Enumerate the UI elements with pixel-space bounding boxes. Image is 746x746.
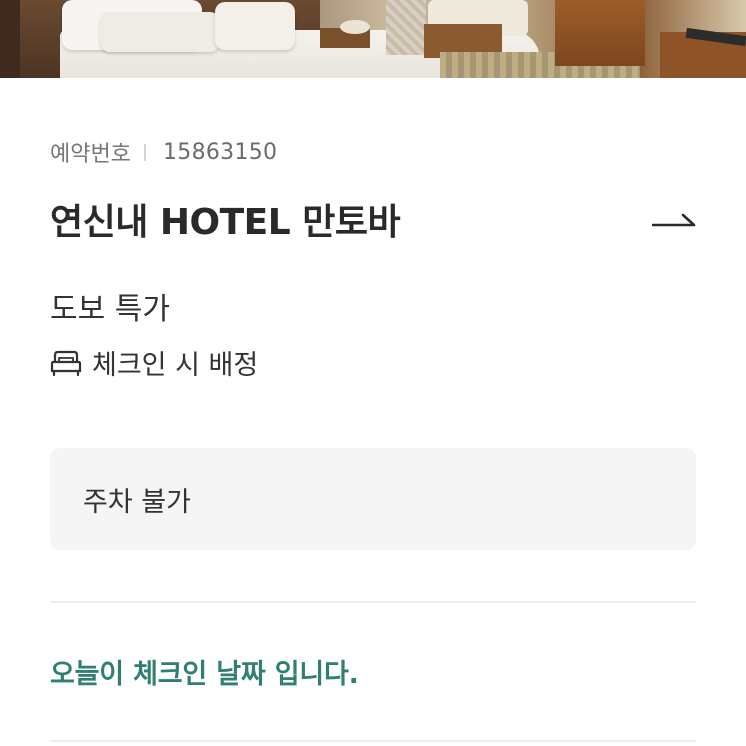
arrow-right-icon[interactable] (650, 204, 696, 234)
divider (50, 601, 696, 603)
reservation-number-label: 예약번호 (50, 142, 131, 167)
reservation-detail-page: 예약번호 15863150 연신내 HOTEL 만토바 도보 특가 체크인 시 … (0, 0, 746, 746)
checkin-today-message: 오늘이 체크인 날짜 입니다. (50, 659, 359, 690)
separator (143, 143, 146, 161)
bed-assignment-text: 체크인 시 배정 (92, 350, 259, 381)
reservation-number: 15863150 (162, 139, 278, 165)
reservation-number-row: 예약번호 15863150 (50, 137, 278, 168)
bed-info-row: 체크인 시 배정 (50, 343, 258, 382)
parking-notice-text: 주차 불가 (83, 486, 191, 518)
divider (50, 740, 696, 742)
bed-icon (50, 349, 82, 377)
parking-notice-box: 주차 불가 (50, 448, 696, 550)
hotel-name: 연신내 HOTEL 만토바 (50, 202, 401, 243)
hotel-room-photo (0, 0, 746, 78)
hotel-name-row[interactable]: 연신내 HOTEL 만토바 (50, 192, 696, 246)
room-type: 도보 특가 (50, 292, 170, 327)
